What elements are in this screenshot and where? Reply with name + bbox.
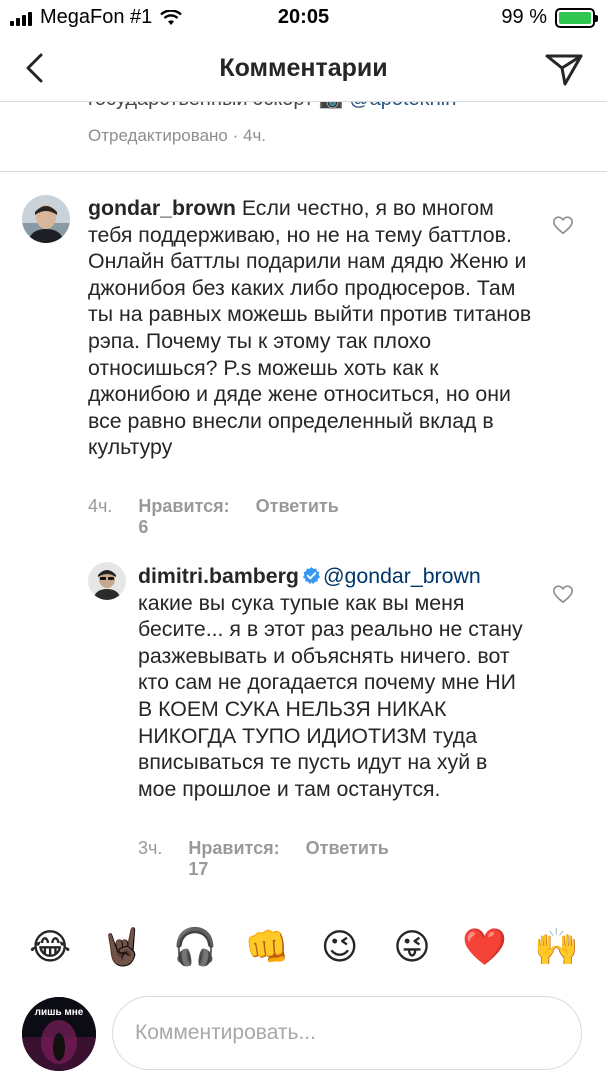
nav-bar: Комментарии	[0, 36, 607, 102]
comment-body: какие вы сука тупые как вы меня бесите..…	[138, 590, 523, 801]
rock-hand-emoji[interactable]: 🤘🏿	[99, 925, 147, 971]
page-title: Комментарии	[219, 54, 388, 82]
comment-body: Если честно, я во многом тебя поддержива…	[88, 196, 532, 460]
raised-hands-emoji[interactable]: 🙌	[533, 925, 581, 971]
heart-icon	[553, 585, 573, 604]
avatar-logo-text: лишь мне	[35, 1007, 84, 1018]
avatar[interactable]	[22, 195, 70, 243]
avatar[interactable]	[88, 562, 126, 600]
laughing-emoji[interactable]: 😂	[26, 925, 74, 971]
reply-button[interactable]: Ответить	[256, 496, 339, 538]
wink-emoji[interactable]: 😉	[316, 925, 364, 971]
compose-bar: лишь мне Комментировать...	[0, 994, 607, 1074]
user-avatar[interactable]: лишь мне	[22, 997, 96, 1071]
comment-text: dimitri.bamberg @gondar_brown какие вы с…	[138, 563, 528, 802]
comment-input[interactable]: Комментировать...	[112, 996, 582, 1070]
comment-time: 4ч.	[88, 496, 113, 516]
likes-count[interactable]: Нравится: 6	[138, 496, 229, 538]
heart-emoji[interactable]: ❤️	[460, 925, 508, 971]
battery-icon	[555, 7, 598, 28]
edited-meta: Отредактировано · 4ч.	[88, 126, 266, 146]
status-bar: MegaFon #1 20:05 99 %	[0, 0, 607, 36]
like-button[interactable]	[552, 583, 574, 605]
like-button[interactable]	[552, 214, 574, 236]
comment-meta: 3ч. Нравится: 17 Ответить	[138, 838, 389, 880]
avatar-image	[22, 195, 70, 243]
comment-text: gondar_brown Если честно, я во многом те…	[88, 195, 540, 461]
send-button[interactable]	[543, 48, 585, 90]
comment-username[interactable]: gondar_brown	[88, 196, 236, 220]
avatar-image	[88, 562, 126, 600]
heart-icon	[553, 216, 573, 235]
headphones-emoji[interactable]: 🎧	[171, 925, 219, 971]
battery-percent: 99 %	[501, 6, 547, 28]
reply-button[interactable]: Ответить	[306, 838, 389, 880]
edited-time: 4ч.	[243, 126, 267, 145]
user-avatar-image: лишь мне	[22, 997, 96, 1071]
paper-plane-icon	[545, 54, 583, 86]
battery-fill	[559, 11, 591, 24]
verified-badge-icon	[302, 566, 320, 585]
edited-label: Отредактировано	[88, 126, 228, 145]
comment-time: 3ч.	[138, 838, 163, 858]
likes-count[interactable]: Нравится: 17	[188, 838, 279, 880]
comment-username[interactable]: dimitri.bamberg	[138, 564, 299, 588]
edited-separator: ·	[227, 126, 243, 145]
emoji-bar: 😂 🤘🏿 🎧 👊 😉 😜 ❤️ 🙌	[0, 925, 607, 971]
status-right: 99 %	[501, 6, 598, 29]
tongue-wink-emoji[interactable]: 😜	[388, 925, 436, 971]
comment-meta: 4ч. Нравится: 6 Ответить	[88, 496, 339, 538]
fist-emoji[interactable]: 👊	[243, 925, 291, 971]
divider	[0, 171, 607, 172]
comment-mention[interactable]: @gondar_brown	[323, 564, 481, 588]
